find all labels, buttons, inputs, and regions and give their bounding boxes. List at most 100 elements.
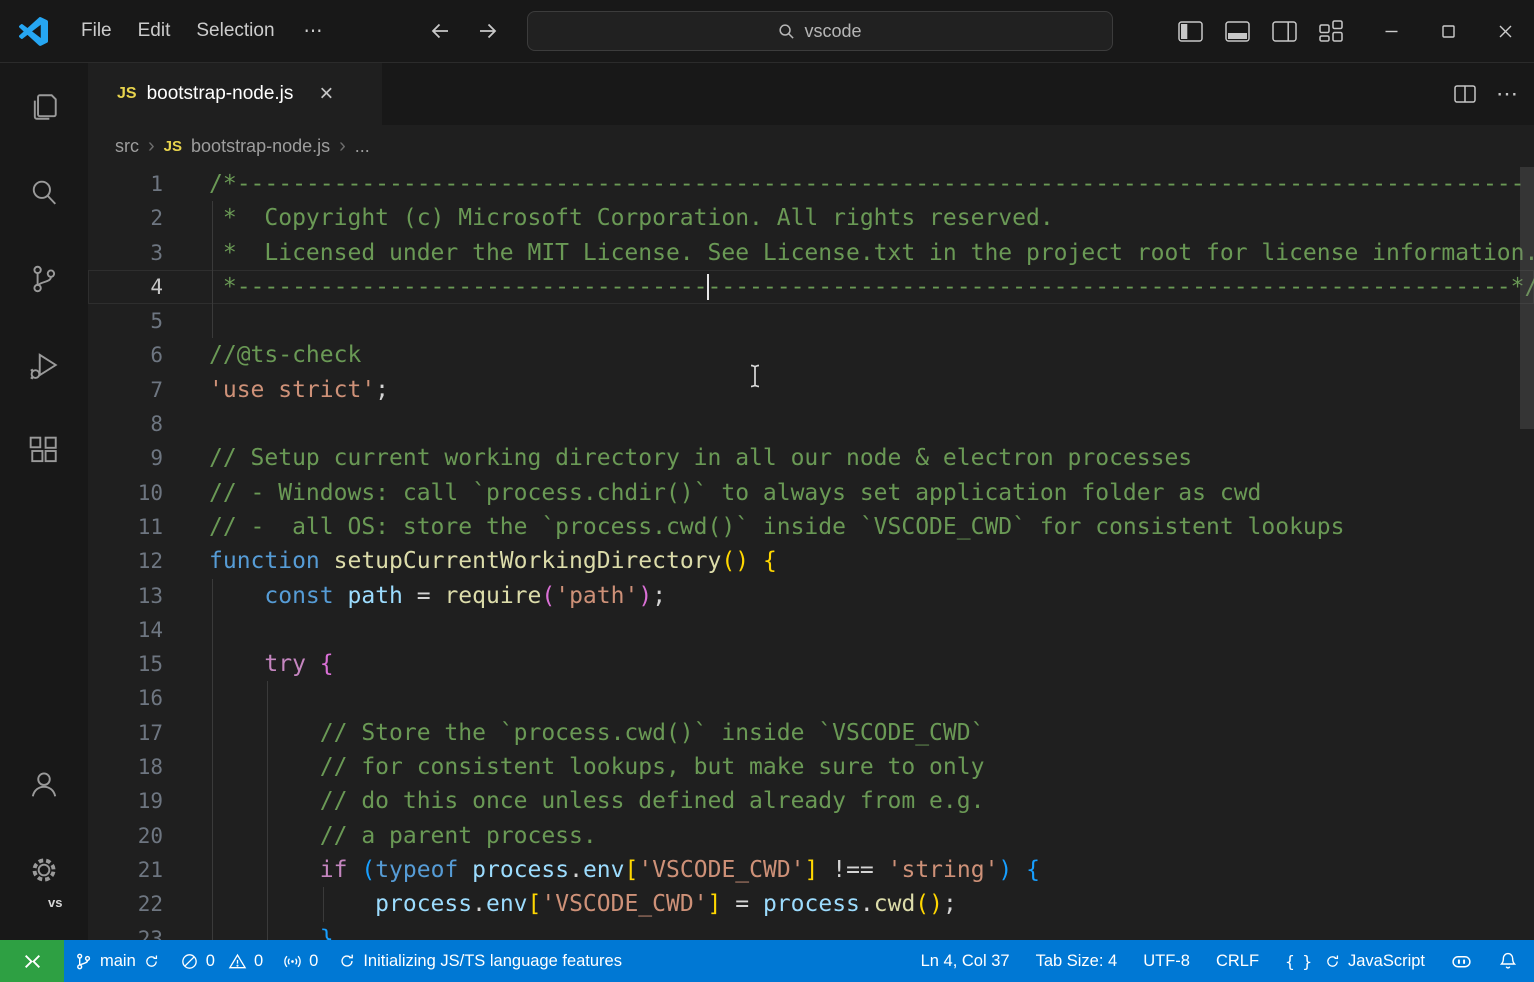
line-number: 18: [88, 750, 163, 784]
problems-item[interactable]: 0 0: [170, 940, 273, 982]
minimize-button[interactable]: [1363, 0, 1420, 62]
breadcrumb-symbol[interactable]: ...: [355, 136, 370, 157]
line-number: 22: [88, 887, 163, 921]
line-number: 16: [88, 681, 163, 715]
line-number: 1: [88, 167, 163, 201]
editor-line[interactable]: 8: [88, 407, 1534, 441]
editor-line[interactable]: 19 // do this once unless defined alread…: [88, 784, 1534, 818]
cursor-position-item[interactable]: Ln 4, Col 37: [911, 940, 1020, 982]
toggle-sidebar-icon[interactable]: [1175, 18, 1205, 44]
source-control-icon[interactable]: [28, 263, 60, 295]
editor-line[interactable]: 13 const path = require('path');: [88, 579, 1534, 613]
language-status-message[interactable]: Initializing JS/TS language features: [328, 940, 632, 982]
error-count: 0: [206, 952, 215, 971]
ports-item[interactable]: 0: [273, 940, 328, 982]
code-text: process.env['VSCODE_CWD'] = process.cwd(…: [209, 887, 957, 921]
copilot-icon: [1451, 951, 1472, 972]
editor-line[interactable]: 20 // a parent process.: [88, 819, 1534, 853]
editor-line[interactable]: 15 try {: [88, 647, 1534, 681]
editor-line[interactable]: 2 * Copyright (c) Microsoft Corporation.…: [88, 201, 1534, 235]
breadcrumb-file[interactable]: bootstrap-node.js: [191, 136, 330, 157]
code-text: // do this once unless defined already f…: [209, 784, 984, 818]
line-number: 6: [88, 338, 163, 372]
editor-more-actions-icon[interactable]: ⋯: [1496, 81, 1520, 107]
close-button[interactable]: [1477, 0, 1534, 62]
editor-line[interactable]: 10// - Windows: call `process.chdir()` t…: [88, 476, 1534, 510]
command-center-search[interactable]: vscode: [527, 11, 1113, 51]
code-text: const path = require('path');: [209, 579, 666, 613]
editor-line[interactable]: 4 *-------------------------------------…: [88, 270, 1534, 304]
braces-icon: { }: [1285, 952, 1311, 971]
menu-overflow[interactable]: ⋯: [288, 14, 341, 49]
radio-tower-icon: [283, 952, 302, 971]
git-branch-item[interactable]: main: [64, 940, 170, 982]
remote-indicator[interactable]: [0, 940, 64, 982]
breadcrumb-folder[interactable]: src: [115, 136, 139, 157]
run-and-debug-icon[interactable]: [28, 349, 60, 381]
editor-line[interactable]: 22 process.env['VSCODE_CWD'] = process.c…: [88, 887, 1534, 921]
history-navigation: [425, 0, 503, 62]
editor-line[interactable]: 18 // for consistent lookups, but make s…: [88, 750, 1534, 784]
layout-controls: [1175, 0, 1346, 62]
account-icon[interactable]: [28, 768, 60, 800]
editor-group: JS bootstrap-node.js × ⋯ src › JS bootst…: [88, 63, 1534, 940]
editor-line[interactable]: 7'use strict';: [88, 373, 1534, 407]
indent-guide-icon: [267, 681, 268, 715]
code-text: if (typeof process.env['VSCODE_CWD'] !==…: [209, 853, 1040, 887]
editor-line[interactable]: 5: [88, 304, 1534, 338]
line-number: 21: [88, 853, 163, 887]
editor-line[interactable]: 17 // Store the `process.cwd()` inside `…: [88, 716, 1534, 750]
code-editor[interactable]: 1 /*-------------------------------------…: [88, 167, 1534, 940]
line-number: 14: [88, 613, 163, 647]
customize-layout-icon[interactable]: [1316, 18, 1346, 44]
code-text: /*--------------------------------------…: [209, 167, 1524, 201]
encoding-item[interactable]: UTF-8: [1133, 940, 1200, 982]
editor-lines: 1 /*-------------------------------------…: [88, 167, 1534, 940]
ports-count: 0: [309, 952, 318, 971]
vertical-scrollbar[interactable]: [1520, 167, 1534, 429]
tab-close-icon[interactable]: ×: [319, 82, 333, 106]
forward-arrow-icon[interactable]: [473, 16, 503, 46]
tab-bootstrap-node[interactable]: JS bootstrap-node.js ×: [88, 63, 382, 125]
line-number: 8: [88, 407, 163, 441]
eol-item[interactable]: CRLF: [1206, 940, 1269, 982]
settings-gear-icon[interactable]: [28, 854, 60, 886]
editor-line[interactable]: 9// Setup current working directory in a…: [88, 441, 1534, 475]
line-number: 17: [88, 716, 163, 750]
toggle-secondary-sidebar-icon[interactable]: [1269, 18, 1299, 44]
tab-label: bootstrap-node.js: [147, 83, 294, 105]
editor-line[interactable]: 3 * Licensed under the MIT License. See …: [88, 236, 1534, 270]
editor-line[interactable]: 1 /*-------------------------------------…: [88, 167, 1534, 201]
maximize-button[interactable]: [1420, 0, 1477, 62]
editor-line[interactable]: 11// - all OS: store the `process.cwd()`…: [88, 510, 1534, 544]
code-text: * Licensed under the MIT License. See Li…: [209, 236, 1534, 270]
copilot-item[interactable]: [1441, 940, 1482, 982]
code-text: }: [209, 922, 334, 940]
menu-file[interactable]: File: [68, 14, 125, 48]
back-arrow-icon[interactable]: [425, 16, 455, 46]
editor-line[interactable]: 6//@ts-check: [88, 338, 1534, 372]
line-number: 2: [88, 201, 163, 235]
editor-line[interactable]: 21 if (typeof process.env['VSCODE_CWD'] …: [88, 853, 1534, 887]
code-text: *---------------------------------------…: [209, 270, 1534, 304]
search-icon[interactable]: [28, 177, 60, 209]
encoding-text: UTF-8: [1143, 952, 1190, 971]
tab-bar: JS bootstrap-node.js × ⋯: [88, 63, 1534, 125]
split-editor-icon[interactable]: [1454, 85, 1476, 103]
indentation-item[interactable]: Tab Size: 4: [1026, 940, 1128, 982]
extensions-icon[interactable]: [28, 435, 60, 467]
menu-selection[interactable]: Selection: [183, 14, 287, 48]
editor-line[interactable]: 23 }: [88, 922, 1534, 940]
toggle-panel-icon[interactable]: [1222, 18, 1252, 44]
menu-edit[interactable]: Edit: [125, 14, 184, 48]
editor-line[interactable]: 14: [88, 613, 1534, 647]
explorer-icon[interactable]: [28, 91, 60, 123]
notifications-item[interactable]: [1488, 940, 1528, 982]
code-text: // a parent process.: [209, 819, 597, 853]
editor-line[interactable]: 12function setupCurrentWorkingDirectory(…: [88, 544, 1534, 578]
editor-line[interactable]: 16: [88, 681, 1534, 715]
breadcrumb: src › JS bootstrap-node.js › ...: [88, 125, 1534, 167]
line-number: 15: [88, 647, 163, 681]
code-text: // Setup current working directory in al…: [209, 441, 1192, 475]
language-mode-item[interactable]: { } JavaScript: [1275, 940, 1435, 982]
